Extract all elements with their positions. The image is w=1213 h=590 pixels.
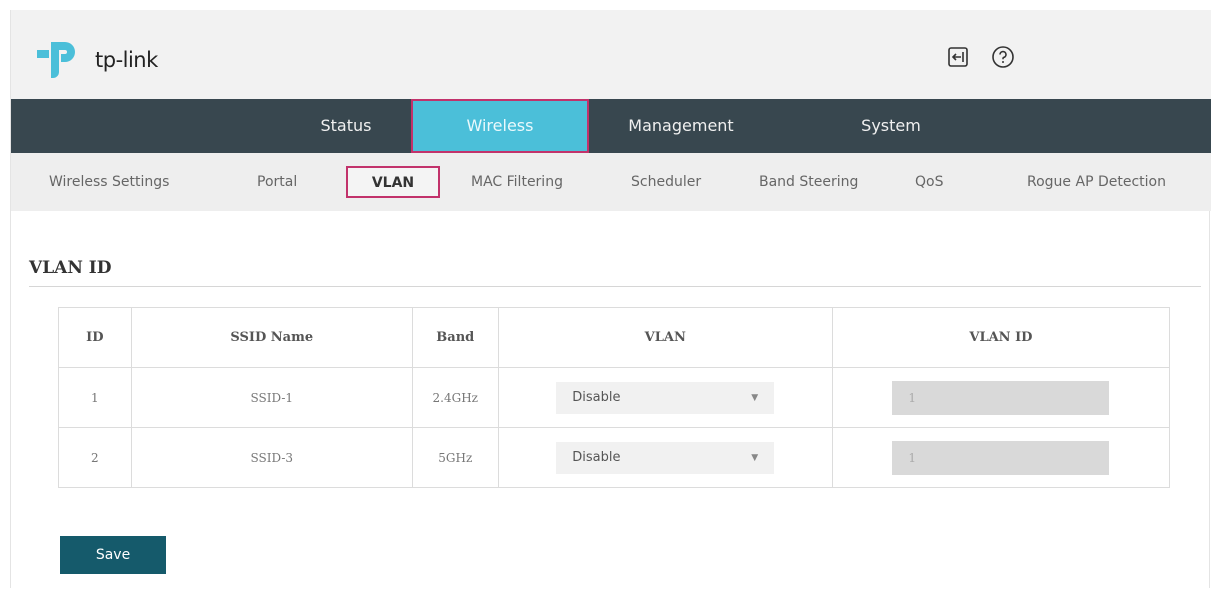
header-ssid-name: SSID Name xyxy=(130,307,413,368)
tab-wireless[interactable]: Wireless xyxy=(411,99,589,153)
table-row: 1 SSID-1 2.4GHz Disable ▼ 1 xyxy=(58,367,1171,428)
cell-vlan-id: 1 xyxy=(831,427,1171,488)
subtab-mac-filtering[interactable]: MAC Filtering xyxy=(471,153,563,211)
vlan-select[interactable]: Disable ▼ xyxy=(556,441,775,474)
vlan-select[interactable]: Disable ▼ xyxy=(556,381,775,414)
table-row: 2 SSID-3 5GHz Disable ▼ 1 xyxy=(58,427,1171,488)
sub-nav: Wireless Settings Portal VLAN MAC Filter… xyxy=(11,153,1211,211)
section-title: VLAN ID xyxy=(29,258,112,278)
cell-ssid-name: SSID-3 xyxy=(130,427,413,488)
dropdown-arrow-icon: ▼ xyxy=(751,392,759,403)
header-vlan: VLAN xyxy=(497,307,833,368)
vlan-id-input: 1 xyxy=(892,440,1110,475)
subtab-scheduler[interactable]: Scheduler xyxy=(631,153,701,211)
subtab-band-steering[interactable]: Band Steering xyxy=(759,153,858,211)
tp-link-logo-icon xyxy=(37,42,75,78)
cell-id: 1 xyxy=(58,367,132,428)
table-header-row: ID SSID Name Band VLAN VLAN ID xyxy=(58,307,1171,368)
header-vlan-id: VLAN ID xyxy=(831,307,1171,368)
subtab-qos[interactable]: QoS xyxy=(915,153,943,211)
cell-vlan-id: 1 xyxy=(831,367,1171,428)
tab-management[interactable]: Management xyxy=(601,99,761,153)
cell-ssid-name: SSID-1 xyxy=(130,367,413,428)
dropdown-arrow-icon: ▼ xyxy=(751,452,759,463)
subtab-rogue-ap-detection[interactable]: Rogue AP Detection xyxy=(1027,153,1166,211)
cell-id: 2 xyxy=(58,427,132,488)
subtab-portal[interactable]: Portal xyxy=(257,153,297,211)
vlan-select-value: Disable xyxy=(572,449,621,465)
logout-icon[interactable] xyxy=(946,45,970,69)
vlan-id-input: 1 xyxy=(892,380,1110,415)
tab-status[interactable]: Status xyxy=(281,99,411,153)
header-band: Band xyxy=(411,307,499,368)
vlan-select-value: Disable xyxy=(572,389,621,405)
subtab-wireless-settings[interactable]: Wireless Settings xyxy=(49,153,169,211)
subtab-vlan[interactable]: VLAN xyxy=(346,166,440,198)
cell-vlan: Disable ▼ xyxy=(497,367,833,428)
brand-name: tp-link xyxy=(95,48,158,72)
cell-band: 2.4GHz xyxy=(411,367,499,428)
cell-vlan: Disable ▼ xyxy=(497,427,833,488)
section-divider xyxy=(29,286,1201,287)
vlan-table: ID SSID Name Band VLAN VLAN ID 1 SSID-1 … xyxy=(58,307,1171,488)
app-frame: tp-link Status Wireless Management Syste… xyxy=(10,10,1211,588)
main-nav: Status Wireless Management System xyxy=(11,99,1211,153)
save-button[interactable]: Save xyxy=(60,536,166,574)
header-id: ID xyxy=(58,307,132,368)
cell-band: 5GHz xyxy=(411,427,499,488)
header: tp-link xyxy=(11,10,1211,99)
tab-system[interactable]: System xyxy=(831,99,951,153)
help-icon[interactable] xyxy=(991,45,1015,69)
tp-link-logo: tp-link xyxy=(37,38,187,84)
